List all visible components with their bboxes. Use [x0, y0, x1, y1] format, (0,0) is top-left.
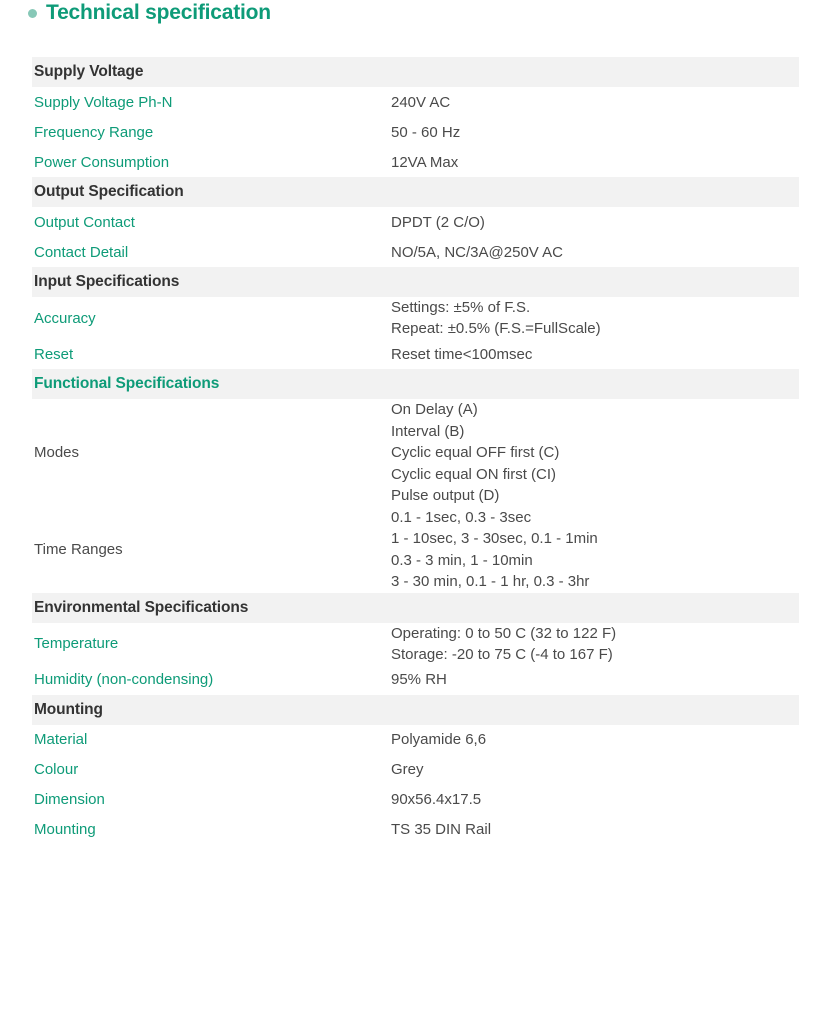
row-value: Reset time<100msec — [388, 339, 799, 369]
table-row: Modes On Delay (A) Interval (B) Cyclic equa… — [32, 399, 799, 507]
table-row: Humidity (non-condensing) 95% RH — [32, 665, 799, 695]
row-value: Grey — [388, 755, 799, 785]
row-value: 0.1 - 1sec, 0.3 - 3sec 1 - 10sec, 3 - 30s… — [388, 507, 799, 593]
section-header-label: Mounting — [32, 694, 800, 725]
row-label: Colour — [34, 761, 79, 778]
table-row: Accuracy Settings: ±5% of F.S. Repeat: ±0.… — [32, 297, 799, 339]
section-header-row: Input Specifications — [32, 267, 800, 297]
row-value-line: Polyamide 6,6 — [391, 731, 487, 748]
row-value-line: 1 - 10sec, 3 - 30sec, 0.1 - 1min — [391, 530, 598, 547]
row-label: Supply Voltage Ph-N — [34, 93, 173, 111]
row-value-line: 12VA Max — [391, 153, 459, 171]
section-header-label: Input Specifications — [32, 267, 800, 297]
page-title-row: Technical specification — [0, 0, 824, 28]
section-header-row: Environmental Specifications — [32, 592, 800, 623]
row-value: 90x56.4x17.5 — [388, 785, 799, 815]
row-value: On Delay (A) Interval (B) Cyclic equal OFF… — [388, 399, 799, 507]
row-value-line: 95% RH — [391, 671, 447, 688]
bullet-icon — [28, 9, 37, 18]
section-header-label: Output Specification — [32, 177, 800, 207]
table-row: Colour Grey — [32, 755, 799, 785]
row-value-line: 90x56.4x17.5 — [391, 791, 482, 808]
row-value-line: 0.1 - 1sec, 0.3 - 3sec — [391, 508, 532, 526]
table-row: Supply Voltage Ph-N 240V AC — [32, 87, 799, 117]
section-header-row: Functional Specifications — [32, 369, 800, 399]
row-label: Output Contact — [34, 213, 135, 231]
table-row: Time Ranges 0.1 - 1sec, 0.3 - 3sec 1 - 10s… — [32, 507, 799, 593]
page-title: Technical specification — [46, 1, 271, 24]
row-value-line: 240V AC — [391, 93, 451, 111]
table-row: Power Consumption 12VA Max — [32, 147, 799, 177]
row-label: Material — [34, 731, 88, 748]
row-label: Humidity (non-condensing) — [34, 671, 214, 688]
section-header-label: Environmental Specifications — [32, 592, 800, 623]
row-value-line: On Delay (A) — [391, 401, 478, 418]
row-value-line: TS 35 DIN Rail — [391, 821, 492, 838]
row-label: Time Ranges — [34, 541, 123, 558]
row-value-line: Reset time<100msec — [391, 345, 533, 363]
table-row: Reset Reset time<100msec — [32, 339, 799, 369]
row-value: 240V AC — [388, 87, 799, 117]
row-value: 95% RH — [388, 665, 799, 695]
row-value: 12VA Max — [388, 147, 799, 177]
row-value-line: Storage: -20 to 75 C (-4 to 167 F) — [391, 645, 613, 663]
row-label: Temperature — [34, 635, 119, 652]
specification-table: Supply Voltage Supply Voltage Ph-N 240V AC… — [32, 57, 800, 845]
row-label: Modes — [34, 444, 80, 462]
row-label: Accuracy — [34, 309, 96, 327]
row-value-line: Settings: ±5% of F.S. — [391, 299, 531, 316]
table-row: Dimension 90x56.4x17.5 — [32, 785, 799, 815]
section-header-row: Supply Voltage — [32, 57, 800, 87]
row-value: Settings: ±5% of F.S. Repeat: ±0.5% (F.S.… — [388, 297, 799, 339]
row-value-line: Cyclic equal ON first (CI) — [391, 465, 557, 483]
row-value: 50 - 60 Hz — [388, 117, 799, 147]
row-value-line: 0.3 - 3 min, 1 - 10min — [391, 551, 533, 569]
section-header-label: Supply Voltage — [32, 57, 800, 87]
row-value: Operating: 0 to 50 C (32 to 122 F) Storag… — [388, 623, 799, 665]
row-value-line: Operating: 0 to 50 C (32 to 122 F) — [391, 624, 617, 642]
row-label: Mounting — [34, 821, 96, 838]
technical-specification-page: Technical specification Supply Voltage Su… — [0, 0, 824, 1022]
section-header-label: Functional Specifications — [32, 369, 800, 399]
specification-table-body: Supply Voltage Supply Voltage Ph-N 240V AC… — [32, 57, 800, 845]
row-value-line: Repeat: ±0.5% (F.S.=FullScale) — [391, 320, 601, 337]
row-value-line: NO/5A, NC/3A@250V AC — [391, 243, 563, 261]
table-row: Output Contact DPDT (2 C/O) — [32, 207, 799, 237]
row-value-line: Cyclic equal OFF first (C) — [391, 444, 560, 461]
row-value-line: DPDT (2 C/O) — [391, 213, 485, 231]
row-label: Reset — [34, 345, 74, 363]
section-header-row: Mounting — [32, 694, 800, 725]
row-value-line: 3 - 30 min, 0.1 - 1 hr, 0.3 - 3hr — [391, 573, 590, 590]
row-value: Polyamide 6,6 — [388, 725, 799, 755]
row-value-line: Grey — [391, 761, 424, 778]
table-row: Material Polyamide 6,6 — [32, 725, 799, 755]
table-row: Mounting TS 35 DIN Rail — [32, 815, 799, 845]
row-value: NO/5A, NC/3A@250V AC — [388, 237, 799, 267]
row-value: DPDT (2 C/O) — [388, 207, 799, 237]
row-label: Contact Detail — [34, 243, 129, 261]
section-header-row: Output Specification — [32, 177, 800, 207]
row-label: Dimension — [34, 791, 105, 808]
row-value-line: Pulse output (D) — [391, 487, 500, 504]
row-value-line: 50 - 60 Hz — [391, 123, 461, 141]
row-value: TS 35 DIN Rail — [388, 815, 799, 845]
table-row: Frequency Range 50 - 60 Hz — [32, 117, 799, 147]
row-label: Power Consumption — [34, 153, 170, 171]
table-row: Temperature Operating: 0 to 50 C (32 to 1… — [32, 623, 799, 665]
row-label: Frequency Range — [34, 123, 154, 141]
table-row: Contact Detail NO/5A, NC/3A@250V AC — [32, 237, 799, 267]
row-value-line: Interval (B) — [391, 422, 465, 440]
